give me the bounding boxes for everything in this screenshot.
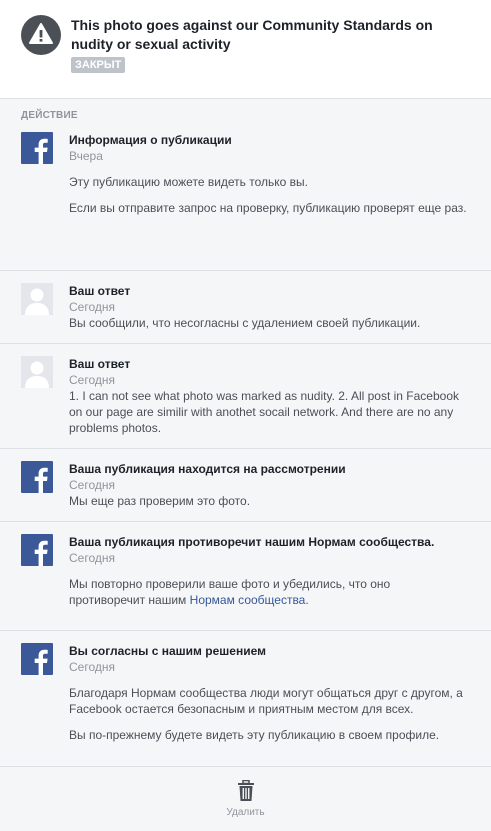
default-user-avatar-icon xyxy=(21,356,53,388)
item-title: Ваш ответ xyxy=(69,357,131,371)
activity-item: Вы согласны с нашим решением Сегодня Бла… xyxy=(0,631,491,767)
item-text: Вы сообщили, что несогласны с удалением … xyxy=(69,316,421,330)
item-timestamp: Сегодня xyxy=(69,300,115,314)
activity-item: Ваша публикация противоречит нашим Норма… xyxy=(0,522,491,631)
item-timestamp: Сегодня xyxy=(69,478,115,492)
item-timestamp: Сегодня xyxy=(69,551,115,565)
facebook-logo-icon xyxy=(21,461,53,493)
status-badge: ЗАКРЫТ xyxy=(71,57,126,73)
item-title: Ваша публикация находится на рассмотрени… xyxy=(69,462,346,476)
item-text: Мы повторно проверили ваше фото и убедил… xyxy=(69,576,429,608)
item-title: Ваш ответ xyxy=(69,284,131,298)
item-text: Эту публикацию можете видеть только вы. xyxy=(69,175,309,189)
item-text: Благодаря Нормам сообщества люди могут о… xyxy=(69,686,463,716)
facebook-logo-icon xyxy=(21,643,53,675)
item-timestamp: Вчера xyxy=(69,149,103,163)
section-label: ДЕЙСТВИЕ xyxy=(21,110,78,121)
item-text: 1. I can not see what photo was marked a… xyxy=(69,389,459,435)
item-text: Мы еще раз проверим это фото. xyxy=(69,494,251,508)
facebook-logo-icon xyxy=(21,132,53,164)
status-header: This photo goes against our Community St… xyxy=(0,0,491,99)
item-timestamp: Сегодня xyxy=(69,373,115,387)
delete-button[interactable]: Удалить xyxy=(0,807,491,818)
item-timestamp: Сегодня xyxy=(69,660,115,674)
item-text: Вы по-прежнему будете видеть эту публика… xyxy=(69,728,440,742)
activity-item: Ваша публикация находится на рассмотрени… xyxy=(0,449,491,522)
default-user-avatar-icon xyxy=(21,283,53,315)
delete-action: Удалить xyxy=(0,767,491,831)
activity-item: Информация о публикации Вчера Эту публик… xyxy=(0,122,491,271)
item-text-suffix: . xyxy=(305,593,309,607)
community-standards-link[interactable]: Нормам сообщества xyxy=(190,593,306,607)
activity-item: Ваш ответ Сегодня Вы сообщили, что несог… xyxy=(0,271,491,344)
facebook-logo-icon xyxy=(21,534,53,566)
item-title: Вы согласны с нашим решением xyxy=(69,644,266,658)
item-title: Информация о публикации xyxy=(69,133,232,147)
item-title: Ваша публикация противоречит нашим Норма… xyxy=(69,535,435,549)
warning-icon xyxy=(21,15,61,55)
trash-icon[interactable] xyxy=(236,779,256,802)
activity-item: Ваш ответ Сегодня 1. I can not see what … xyxy=(0,344,491,449)
page-title: This photo goes against our Community St… xyxy=(71,17,433,52)
item-text: Если вы отправите запрос на проверку, пу… xyxy=(69,201,467,215)
